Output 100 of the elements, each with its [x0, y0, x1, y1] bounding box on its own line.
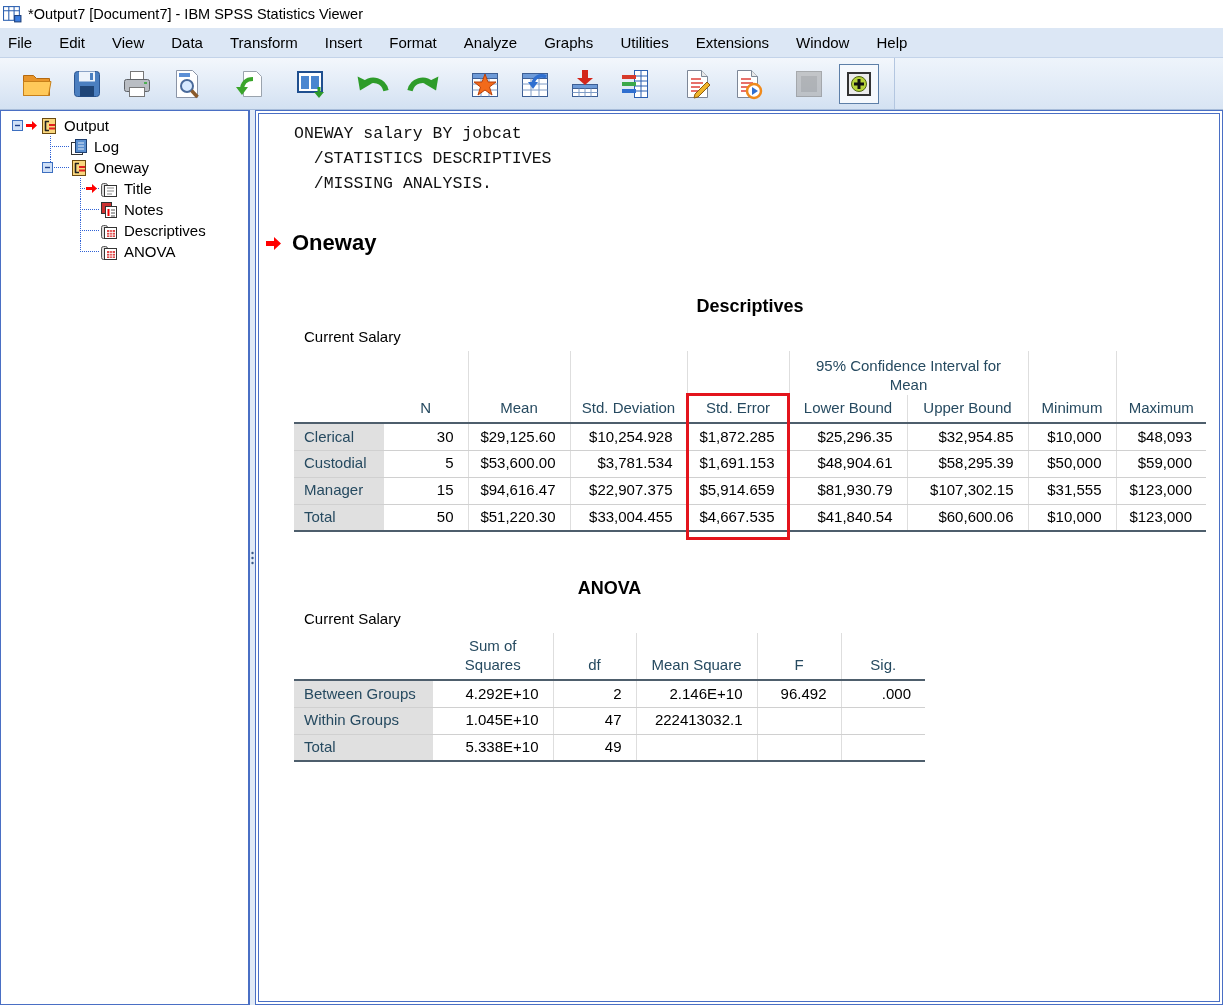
- table-cell: 1.045E+10: [433, 707, 553, 734]
- menu-item[interactable]: Edit: [55, 30, 90, 55]
- table-cell: $123,000: [1116, 504, 1206, 531]
- notebook-icon: [70, 158, 88, 177]
- menu-item[interactable]: Data: [167, 30, 207, 55]
- table-cell: $10,000: [1028, 504, 1116, 531]
- menu-item[interactable]: Format: [385, 30, 441, 55]
- table-cell: $33,004.455: [570, 504, 687, 531]
- tree-item[interactable]: Title: [124, 179, 152, 198]
- app-icon: [3, 4, 22, 24]
- menu-item[interactable]: Graphs: [540, 30, 598, 55]
- menu-item[interactable]: Insert: [320, 30, 367, 55]
- menu-item[interactable]: View: [108, 30, 149, 55]
- row-header: Within Groups: [294, 707, 433, 734]
- table-cell: 222413032.1: [636, 707, 757, 734]
- table-cell: 47: [553, 707, 636, 734]
- syntax-line: /MISSING ANALYSIS.: [313, 172, 493, 195]
- column-header: Mean: [468, 351, 570, 423]
- table-cell: $22,907.375: [570, 477, 687, 504]
- table-cell: $1,691.153: [687, 450, 789, 477]
- column-header: df: [553, 633, 636, 680]
- syntax-line: ONEWAY salary BY jobcat: [294, 122, 522, 145]
- column-header: Sig.: [841, 633, 925, 680]
- tree-item[interactable]: Notes: [124, 200, 164, 219]
- tree-item[interactable]: Log: [94, 137, 120, 156]
- column-header: N: [384, 351, 468, 423]
- table-cell: .000: [841, 680, 925, 707]
- table-cell: $25,296.35: [789, 423, 907, 450]
- book-icon: [70, 137, 88, 156]
- table-cell: $29,125.60: [468, 423, 570, 450]
- table-cell: 15: [384, 477, 468, 504]
- table-cell: $48,093: [1116, 423, 1206, 450]
- table-cell: $4,667.535: [687, 504, 789, 531]
- table-cell: 2: [553, 680, 636, 707]
- column-header: Upper Bound: [907, 395, 1028, 423]
- table-cell: 30: [384, 423, 468, 450]
- column-header: F: [757, 633, 841, 680]
- table-title: ANOVA: [576, 577, 643, 600]
- table-cell: 4.292E+10: [433, 680, 553, 707]
- menu-item[interactable]: Analyze: [459, 30, 522, 55]
- table-cell: $94,616.47: [468, 477, 570, 504]
- column-header: Lower Bound: [789, 395, 907, 423]
- menu-item[interactable]: Transform: [225, 30, 302, 55]
- table-cell: $60,600.06: [907, 504, 1028, 531]
- down-arrow-grid-icon: [569, 67, 601, 100]
- table-cell: $59,000: [1116, 450, 1206, 477]
- table-cell: 50: [384, 504, 468, 531]
- table-cell: 5.338E+10: [433, 734, 553, 761]
- table-cell: $81,930.79: [789, 477, 907, 504]
- table-caption: Current Salary: [303, 327, 402, 347]
- table-cell: $1,872.285: [687, 423, 789, 450]
- table-cell: $123,000: [1116, 477, 1206, 504]
- syntax-line: /STATISTICS DESCRIPTIVES: [313, 147, 552, 170]
- table-cell: $5,914.659: [687, 477, 789, 504]
- grip-icon[interactable]: [251, 550, 254, 565]
- tree-item[interactable]: Output: [64, 116, 110, 135]
- tree-item[interactable]: Descriptives: [124, 221, 206, 240]
- table-title: Descriptives: [695, 295, 805, 318]
- window-title: *Output7 [Document7] - IBM SPSS Statistics Viewer: [28, 5, 363, 24]
- table-cell: $3,781.534: [570, 450, 687, 477]
- table-cell: $107,302.15: [907, 477, 1028, 504]
- table-cell: 2.146E+10: [636, 680, 757, 707]
- table-cell: $10,000: [1028, 423, 1116, 450]
- table-cell: $31,555: [1028, 477, 1116, 504]
- table-caption: Current Salary: [303, 609, 402, 629]
- column-header: Std. Error: [687, 351, 789, 423]
- table-cell: $58,295.39: [907, 450, 1028, 477]
- minus-box-icon[interactable]: [42, 162, 53, 173]
- tree-item[interactable]: ANOVA: [124, 242, 176, 261]
- column-header: Sum of Squares: [433, 633, 553, 680]
- table-cell: $50,000: [1028, 450, 1116, 477]
- menu-item[interactable]: Utilities: [616, 30, 673, 55]
- table-cell: 49: [553, 734, 636, 761]
- menu-item[interactable]: Window: [792, 30, 854, 55]
- menu-item[interactable]: Extensions: [691, 30, 774, 55]
- redo-icon: [407, 74, 439, 93]
- section-heading: Oneway: [292, 229, 377, 257]
- menu-item[interactable]: Help: [872, 30, 912, 55]
- row-header: Custodial: [294, 450, 384, 477]
- table-cell: $41,840.54: [789, 504, 907, 531]
- column-header: Std. Deviation: [570, 351, 687, 423]
- column-header: Mean Square: [636, 633, 757, 680]
- notebook-icon: [40, 116, 58, 135]
- table-cell: $10,254.928: [570, 423, 687, 450]
- column-header: Minimum: [1028, 351, 1116, 423]
- column-header: Maximum: [1116, 351, 1206, 423]
- toolbar-button[interactable]: [839, 63, 879, 104]
- row-header: Total: [294, 504, 384, 531]
- table-cell: $53,600.00: [468, 450, 570, 477]
- menu-item[interactable]: File: [4, 30, 37, 55]
- undo-icon: [357, 74, 389, 93]
- tree-item[interactable]: Oneway: [94, 158, 150, 177]
- table-cell: $32,954.85: [907, 423, 1028, 450]
- minus-box-icon[interactable]: [12, 120, 23, 131]
- column-header: 95% Confidence Interval for Mean: [789, 351, 1028, 395]
- row-header: Total: [294, 734, 433, 761]
- table-cell: $51,220.30: [468, 504, 570, 531]
- row-header: Manager: [294, 477, 384, 504]
- row-header: Between Groups: [294, 680, 433, 707]
- table-cell: 96.492: [757, 680, 841, 707]
